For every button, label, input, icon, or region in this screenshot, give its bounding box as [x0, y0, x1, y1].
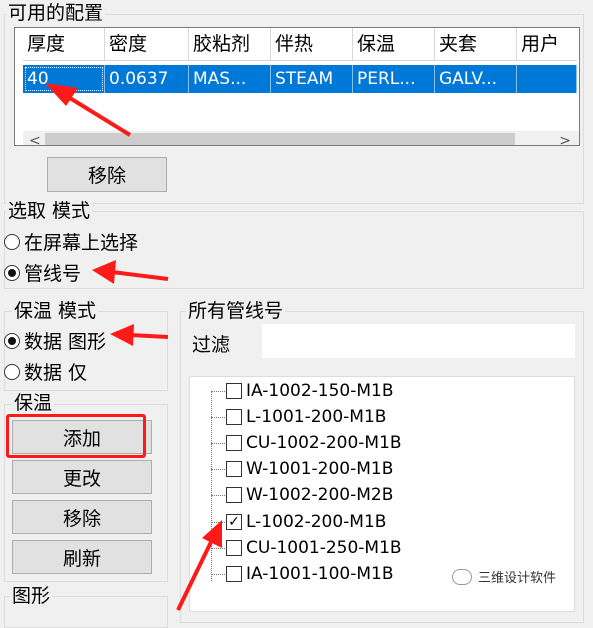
tree-line — [211, 469, 225, 470]
radio-label: 管线号 — [24, 263, 82, 285]
tree-item-label: W-1002-200-M2B — [246, 485, 394, 505]
insulation-mode-title: 保温 模式 — [12, 300, 99, 322]
checkbox[interactable] — [226, 566, 242, 582]
checkbox-checked-icon[interactable]: ✓ — [226, 514, 242, 530]
tree-line — [211, 548, 225, 549]
watermark: 三维设计软件 — [452, 567, 556, 586]
tree-line — [211, 574, 225, 575]
tree-item[interactable]: W-1001-200-M1B — [226, 458, 393, 480]
graphics-title: 图形 — [10, 585, 53, 607]
horizontal-scrollbar[interactable]: < > — [23, 131, 579, 145]
all-lines-title: 所有管线号 — [186, 300, 286, 322]
radio-label: 数据 图形 — [24, 331, 107, 353]
tree-item-label: CU-1001-250-M1B — [246, 538, 402, 558]
select-mode-title: 选取 模式 — [6, 200, 93, 222]
radio-label: 数据 仅 — [24, 362, 88, 384]
checkbox[interactable] — [226, 540, 242, 556]
col-jacket[interactable]: 夹套 — [435, 28, 517, 61]
cell-user[interactable] — [517, 65, 577, 93]
radio-data-graphics[interactable]: 数据 图形 — [4, 327, 106, 354]
radio-icon[interactable] — [4, 363, 20, 380]
col-insulation[interactable]: 保温 — [353, 28, 435, 61]
tree-line — [211, 522, 225, 523]
radio-selected-icon[interactable] — [4, 264, 20, 281]
cell-jacket[interactable]: GALV... — [435, 65, 517, 93]
tree-item-checked[interactable]: ✓ L-1002-200-M1B — [226, 511, 386, 533]
tree-item[interactable]: IA-1001-100-M1B — [226, 563, 394, 585]
cell-thickness[interactable]: 40 — [23, 65, 105, 93]
checkbox[interactable] — [226, 487, 242, 503]
tree-item[interactable]: CU-1002-200-M1B — [226, 432, 402, 454]
tree-item-label: IA-1001-100-M1B — [246, 564, 394, 584]
cell-insulation[interactable]: PERL... — [353, 65, 435, 93]
filter-input[interactable] — [262, 324, 575, 358]
col-density[interactable]: 密度 — [105, 28, 189, 61]
scroll-left-icon[interactable]: < — [29, 131, 41, 145]
checkbox[interactable] — [226, 461, 242, 477]
grid-header: 厚度 密度 胶粘剂 伴热 保温 夹套 用户 — [23, 28, 577, 61]
tree-line — [211, 391, 225, 392]
radio-data-only[interactable]: 数据 仅 — [4, 358, 87, 385]
radio-label: 在屏幕上选择 — [24, 232, 139, 254]
cell-density[interactable]: 0.0637 — [105, 65, 189, 93]
col-tracing[interactable]: 伴热 — [271, 28, 353, 61]
tree-item-label: IA-1002-150-M1B — [246, 381, 394, 401]
checkbox[interactable] — [226, 383, 242, 399]
col-adhesive[interactable]: 胶粘剂 — [189, 28, 271, 61]
tree-item-label: W-1001-200-M1B — [246, 459, 394, 479]
filter-label: 过滤 — [192, 334, 231, 356]
radio-pipeline-number[interactable]: 管线号 — [4, 259, 81, 286]
checkbox[interactable] — [226, 435, 242, 451]
scroll-right-icon[interactable]: > — [559, 131, 571, 145]
tree-item[interactable]: IA-1002-150-M1B — [226, 380, 394, 402]
config-grid[interactable]: 厚度 密度 胶粘剂 伴热 保温 夹套 用户 40 0.0637 MAS... S… — [14, 27, 580, 146]
radio-icon[interactable] — [4, 233, 20, 250]
refresh-button[interactable]: 刷新 — [12, 540, 152, 574]
remove-button[interactable]: 移除 — [12, 500, 152, 534]
tree-item-label: L-1002-200-M1B — [246, 512, 387, 532]
tree-line — [211, 391, 212, 581]
cell-tracing[interactable]: STEAM — [271, 65, 353, 93]
cell-adhesive[interactable]: MAS... — [189, 65, 271, 93]
tree-item-label: L-1001-200-M1B — [246, 407, 387, 427]
add-button-highlight — [6, 414, 146, 458]
tree-item[interactable]: CU-1001-250-M1B — [226, 537, 402, 559]
tree-line — [211, 417, 225, 418]
tree-line — [211, 495, 225, 496]
wechat-icon — [452, 568, 472, 585]
scroll-thumb[interactable] — [45, 133, 515, 145]
modify-button[interactable]: 更改 — [12, 460, 152, 494]
available-config-title: 可用的配置 — [6, 2, 106, 24]
tree-item[interactable]: L-1001-200-M1B — [226, 406, 386, 428]
checkbox[interactable] — [226, 409, 242, 425]
tree-line — [211, 443, 225, 444]
radio-select-on-screen[interactable]: 在屏幕上选择 — [4, 228, 138, 255]
col-thickness[interactable]: 厚度 — [23, 28, 105, 61]
radio-selected-icon[interactable] — [4, 332, 20, 349]
watermark-text: 三维设计软件 — [478, 571, 557, 586]
tree-item-label: CU-1002-200-M1B — [246, 433, 402, 453]
insulation-title: 保温 — [12, 392, 55, 414]
tree-item[interactable]: W-1002-200-M2B — [226, 484, 393, 506]
col-user[interactable]: 用户 — [517, 28, 577, 61]
config-remove-button[interactable]: 移除 — [47, 157, 167, 192]
grid-row-selected[interactable]: 40 0.0637 MAS... STEAM PERL... GALV... — [23, 65, 577, 93]
